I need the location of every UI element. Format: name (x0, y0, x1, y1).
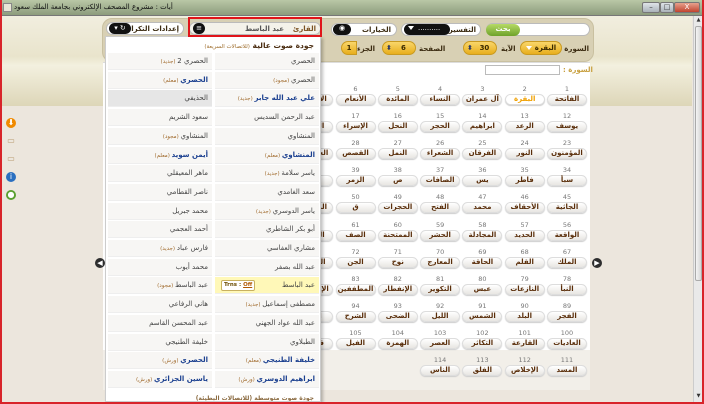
window-frame (0, 0, 704, 404)
